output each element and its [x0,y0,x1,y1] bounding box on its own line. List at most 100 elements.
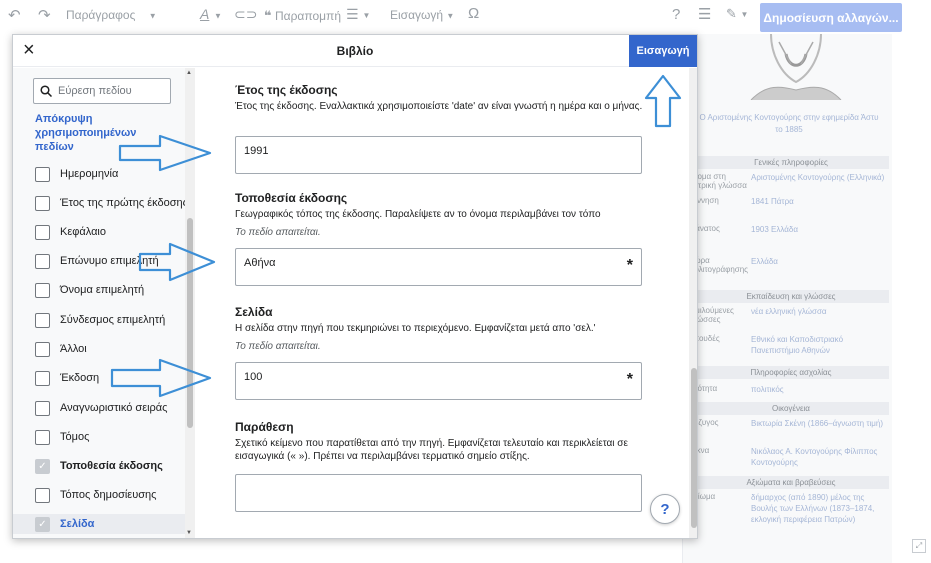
page-input[interactable]: 100 * [235,362,642,400]
sidebar-field-label: Κεφάλαιο [60,226,106,238]
field-search-input[interactable]: Εύρεση πεδίου [33,78,171,104]
sidebar-field-item[interactable]: ✓ Τοποθεσία έκδοσης [35,456,163,476]
infobox-key: Γέννηση [689,196,719,205]
editor-toolbar: ↶ ↷ Παράγραφος ▼ A ▼ ⊂⊃ ❝ Παραπομπή ☰ ▼ … [0,0,931,34]
required-star-icon: * [626,371,633,388]
undo-icon[interactable]: ↶ [8,6,21,24]
infobox-value[interactable]: Νικόλαος Α. Κοντογούρης Φίλιππος Κοντογο… [751,446,889,468]
sidebar-field-item[interactable]: Τόμος [35,427,89,447]
sidebar-field-item[interactable]: ✓ Σελίδα [13,514,185,534]
help-icon[interactable]: ? [672,6,680,23]
scroll-up-icon[interactable]: ▲ [186,70,192,76]
sidebar-field-label: Σελίδα [60,518,95,530]
sidebar-scroll-thumb[interactable] [187,218,193,428]
editor-scroll-thumb[interactable] [691,368,697,528]
sidebar-field-item[interactable]: Σύνδεσμος επιμελητή [35,310,165,330]
checkbox-icon[interactable] [35,429,50,445]
infobox-value[interactable]: πολιτικός [751,384,889,395]
infobox-section-family: Οικογένεια [693,402,889,415]
sidebar-field-label: Άλλοι [60,343,87,355]
sidebar-field-item[interactable]: Όνομα επιμελητή [35,280,144,300]
checkbox-icon[interactable] [35,400,50,416]
infobox-row: Σύζυγος Βικτωρία Σκένη (1866–άγνωστη τιμή… [689,418,889,429]
list-icon[interactable]: ☰ ▼ [346,6,370,23]
link-icon[interactable]: ⊂⊃ [234,6,257,23]
checkbox-icon[interactable] [35,253,50,269]
sidebar-field-label: Έτος της πρώτης έκδοσης [60,197,188,209]
infobox-key: Ομιλούμενες γλώσσες [689,306,734,324]
dialog-header: × Βιβλίο Εισαγωγή [13,35,697,67]
checkbox-icon[interactable] [35,341,50,357]
quote-input[interactable] [235,474,642,512]
infobox-value[interactable]: Βικτωρία Σκένη (1866–άγνωστη τιμή) [751,418,889,429]
checkbox-icon[interactable] [35,370,50,386]
expand-icon[interactable]: ⤢ [912,539,926,553]
sidebar-field-item[interactable]: Έτος της πρώτης έκδοσης [35,193,188,213]
location-input[interactable]: Αθήνα * [235,248,642,286]
redo-icon[interactable]: ↷ [38,6,51,24]
search-icon [40,85,52,97]
infobox-value[interactable]: 1841 Πάτρα [751,196,889,207]
infobox-value[interactable]: Ελλάδα [751,256,889,274]
infobox-row: Αξίωμα δήμαρχος (από 1890) μέλος της Βουλ… [689,492,889,525]
infobox-section-work: Πληροφορίες ασχολίας [693,366,889,379]
cite-button[interactable]: ❝ Παραπομπή [264,8,341,24]
sidebar-field-label: Όνομα επιμελητή [60,284,145,296]
checkbox-icon[interactable] [35,282,50,298]
sidebar-field-item[interactable]: Κεφάλαιο [35,222,106,242]
infobox-value[interactable]: δήμαρχος (από 1890) μέλος της Βουλής των… [751,492,889,525]
dialog-title: Βιβλίο [336,44,374,58]
sidebar-scrollbar[interactable]: ▲ ▼ [185,68,195,538]
checkbox-checked-icon[interactable]: ✓ [35,458,50,474]
special-character-icon[interactable]: Ω [468,5,479,22]
year-input[interactable]: 1991 [235,136,642,174]
text-style-icon[interactable]: A [200,6,209,22]
infobox-value[interactable]: Εθνικό και Καποδιστριακό Πανεπιστήμιο Αθ… [751,334,889,356]
required-star-icon: * [626,257,633,274]
infobox-row: Ομιλούμενες γλώσσες νέα ελληνική γλώσσα [689,306,889,324]
infobox-value[interactable]: νέα ελληνική γλώσσα [751,306,889,324]
infobox-section-awards: Αξιώματα και βραβεύσεις [693,476,889,489]
edit-mode-icon[interactable]: ✎ ▼ [726,6,748,22]
sidebar-field-label: Ημερομηνία [60,168,119,180]
infobox-row: Θάνατος 1903 Ελλάδα [689,224,889,235]
cite-label: Παραπομπή [274,9,342,23]
paragraph-format-menu[interactable]: Παράγραφος ▼ [66,8,157,22]
sidebar-field-label: Τοποθεσία έκδοσης [60,460,163,472]
sidebar-field-item[interactable]: Αναγνωριστικό σειράς [35,398,167,418]
checkbox-icon[interactable] [35,312,50,328]
portrait-caption: Ο Αριστομένης Κοντογούρης στην εφημερίδα… [699,113,879,134]
template-dialog: × Βιβλίο Εισαγωγή Εύρεση πεδίου Απόκρυψη… [12,34,698,539]
editor-scrollbar[interactable] [689,68,697,538]
insert-menu[interactable]: Εισαγωγή ▼ [390,8,454,22]
field-editor: Έτος της έκδοσης Έτος της έκδοσης. Εναλλ… [195,68,697,538]
infobox-section-education: Εκπαίδευση και γλώσσες [693,290,889,303]
sidebar-field-item[interactable]: Έκδοση [35,368,99,388]
chevron-down-icon: ▼ [148,11,157,21]
page-options-icon[interactable]: ☰ [698,5,711,23]
sidebar-field-item[interactable]: Επώνυμο επιμελητή [35,251,159,271]
scroll-down-icon[interactable]: ▼ [186,530,192,536]
paragraph-format-label: Παράγραφος [66,8,136,22]
publish-changes-button[interactable]: Δημοσίευση αλλαγών... [760,3,902,32]
hide-used-fields-link[interactable]: Απόκρυψη χρησιμοποιημένων πεδίων [35,112,165,154]
chevron-down-icon: ▼ [214,11,222,21]
help-button[interactable]: ? [650,494,680,524]
sidebar-field-item[interactable]: Ημερομηνία [35,164,118,184]
field-label-location: Τοποθεσία έκδοσης [235,191,348,205]
insert-menu-label: Εισαγωγή [390,8,444,22]
infobox-row: όνομα στη μητρική γλώσσα Αριστομένης Κοντ… [689,172,889,190]
sidebar-field-item[interactable]: Άλλοι [35,339,87,359]
checkbox-icon[interactable] [35,224,50,240]
field-desc-year: Έτος της έκδοσης. Εναλλακτικά χρησιμοποι… [235,101,643,112]
checkbox-icon[interactable] [35,195,50,211]
checkbox-icon[interactable] [35,166,50,182]
infobox-key: Τέκνα [689,446,710,455]
checkbox-checked-icon[interactable]: ✓ [35,516,50,532]
insert-button[interactable]: Εισαγωγή [629,35,697,67]
checkbox-icon[interactable] [35,487,50,503]
field-sidebar: Εύρεση πεδίου Απόκρυψη χρησιμοποιημένων … [13,68,195,538]
infobox-value[interactable]: 1903 Ελλάδα [751,224,889,235]
infobox-value[interactable]: Αριστομένης Κοντογούρης (Ελληνικά) [751,172,889,190]
sidebar-field-item[interactable]: Τόπος δημοσίευσης [35,485,156,505]
